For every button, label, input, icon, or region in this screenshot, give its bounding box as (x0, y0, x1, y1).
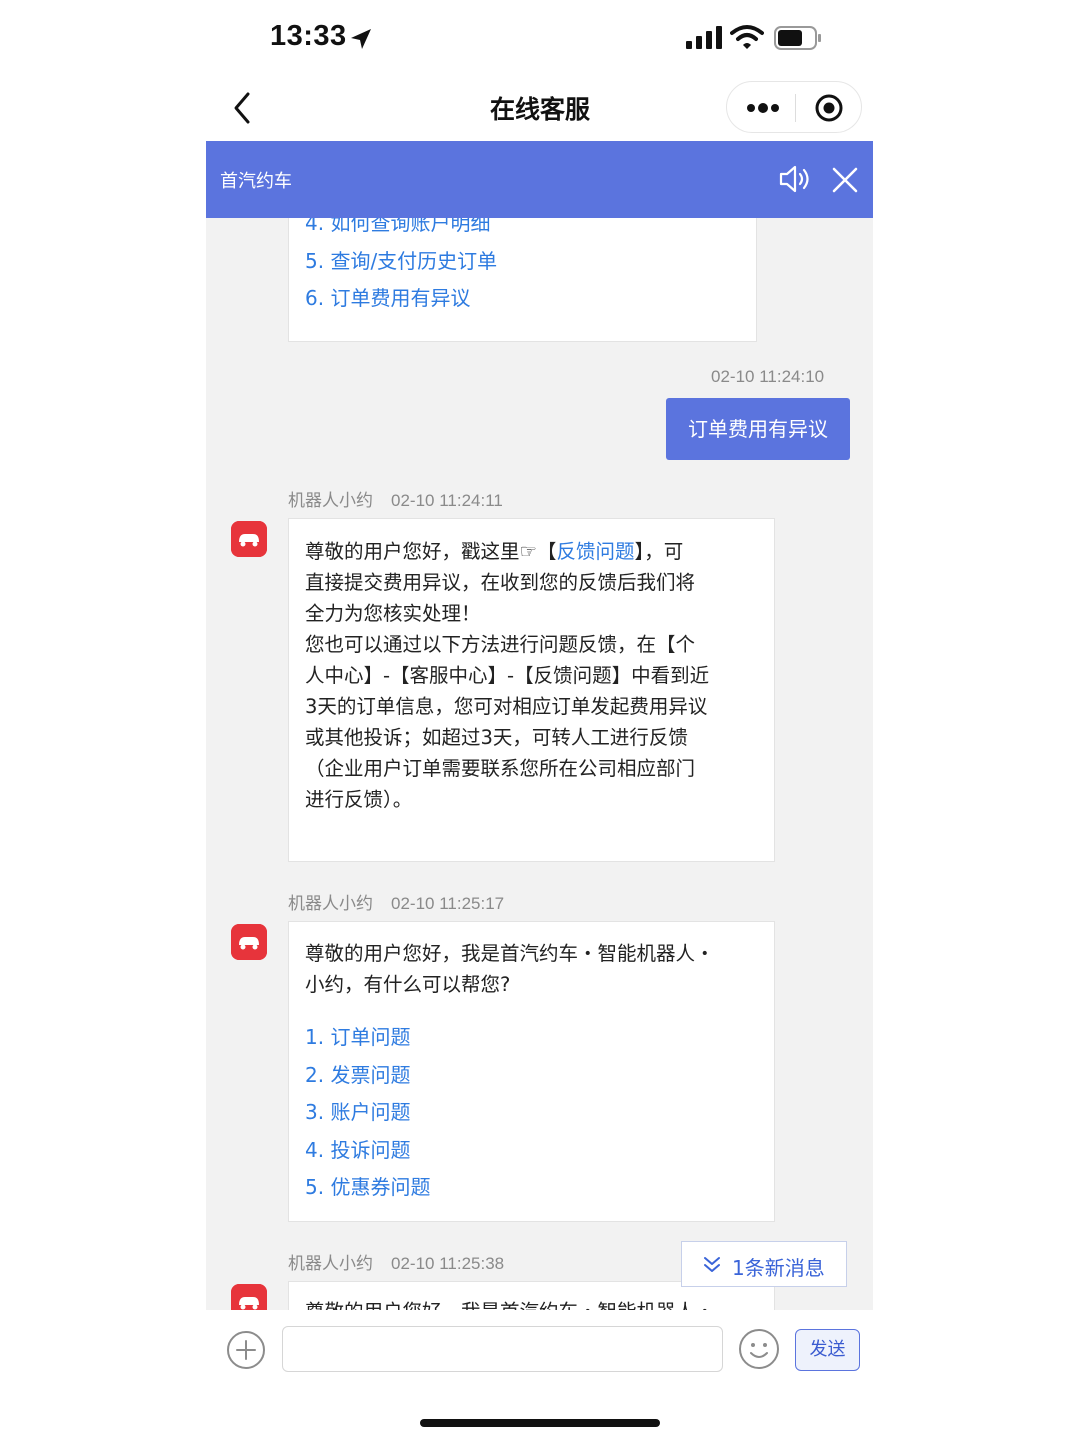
message-meta: 机器人小约 02-10 11:25:38 (288, 1249, 504, 1274)
input-bar: 发送 (206, 1310, 874, 1390)
bot-message-bubble: 尊敬的用户您好，戳这里☞【反馈问题】，可 直接提交费用异议，在收到您的反馈后我们… (288, 518, 775, 862)
chevron-double-down-icon (704, 1257, 720, 1272)
emoji-icon[interactable] (738, 1328, 780, 1370)
message-meta: 机器人小约 02-10 11:25:17 (288, 889, 504, 914)
option-link[interactable]: 5. 优惠券问题 (305, 1171, 430, 1200)
sender-name: 机器人小约 (288, 1254, 373, 1274)
feedback-link[interactable]: 反馈问题 (556, 540, 634, 563)
more-icon[interactable] (743, 94, 783, 122)
message-body: 直接提交费用异议，在收到您的反馈后我们将 全力为您核实处理！ 您也可以通过以下方… (305, 571, 710, 811)
option-link[interactable]: 5. 查询/支付历史订单 (305, 245, 497, 274)
close-icon[interactable] (830, 165, 860, 195)
message-time: 02-10 11:24:11 (391, 491, 503, 510)
user-message-bubble[interactable]: 订单费用有异议 (666, 398, 850, 460)
sender-name: 机器人小约 (288, 491, 373, 511)
option-link[interactable]: 1. 订单问题 (305, 1021, 410, 1050)
option-link[interactable]: 4. 如何查询账户明细 (305, 218, 490, 236)
bot-avatar (231, 1284, 267, 1310)
option-link[interactable]: 3. 账户问题 (305, 1096, 410, 1125)
bot-message-bubble: 尊敬的用户您好，我是首汽约车・智能机器人・ 小约，有什么可以帮您? 1. 订单问… (288, 921, 775, 1222)
message-meta: 机器人小约 02-10 11:24:11 (288, 486, 503, 511)
new-message-button[interactable]: 1条新消息 (681, 1241, 847, 1287)
message-text: 尊敬的用户您好，戳这里☞【反馈问题】，可 直接提交费用异议，在收到您的反馈后我们… (305, 536, 765, 815)
message-text-part: 】，可 (634, 540, 684, 563)
option-link[interactable]: 2. 发票问题 (305, 1059, 410, 1088)
option-link[interactable]: 6. 订单费用有异议 (305, 282, 470, 311)
message-time: 02-10 11:24:10 (711, 367, 825, 386)
message-text: 尊敬的用户您好，我是首汽约车・智能机器人・ (305, 1296, 765, 1310)
message-input[interactable] (282, 1326, 723, 1372)
status-time: 13:33 (270, 20, 347, 52)
message-time: 02-10 11:25:17 (391, 894, 505, 913)
send-button[interactable]: 发送 (795, 1329, 860, 1371)
speaker-icon[interactable] (778, 163, 812, 195)
bot-avatar (231, 924, 267, 960)
message-text: 尊敬的用户您好，我是首汽约车・智能机器人・ 小约，有什么可以帮您? (305, 942, 715, 996)
chat-area[interactable]: 4. 如何查询账户明细 5. 查询/支付历史订单 6. 订单费用有异议 02-1… (206, 218, 873, 1310)
option-link[interactable]: 4. 投诉问题 (305, 1134, 410, 1163)
capsule-divider (795, 94, 796, 122)
target-icon[interactable] (813, 92, 845, 124)
plus-icon[interactable] (226, 1330, 266, 1370)
bot-avatar (231, 521, 267, 557)
status-bar: 13:33 (206, 0, 874, 78)
message-time: 02-10 11:25:38 (391, 1254, 505, 1273)
mini-program-capsule (726, 81, 862, 133)
message-text-part: 尊敬的用户您好，戳这里☞【 (305, 540, 557, 563)
wifi-icon (730, 25, 764, 49)
battery-icon (774, 26, 821, 50)
home-indicator (420, 1419, 660, 1427)
cell-signal-icon (686, 26, 722, 49)
chat-header: 首汽约车 (206, 141, 873, 218)
location-arrow-icon (351, 29, 371, 49)
previous-options-card: 4. 如何查询账户明细 5. 查询/支付历史订单 6. 订单费用有异议 (288, 218, 757, 342)
brand-name: 首汽约车 (220, 171, 292, 192)
new-message-label: 1条新消息 (732, 1256, 825, 1280)
nav-bar: 在线客服 (206, 78, 874, 141)
sender-name: 机器人小约 (288, 894, 373, 914)
